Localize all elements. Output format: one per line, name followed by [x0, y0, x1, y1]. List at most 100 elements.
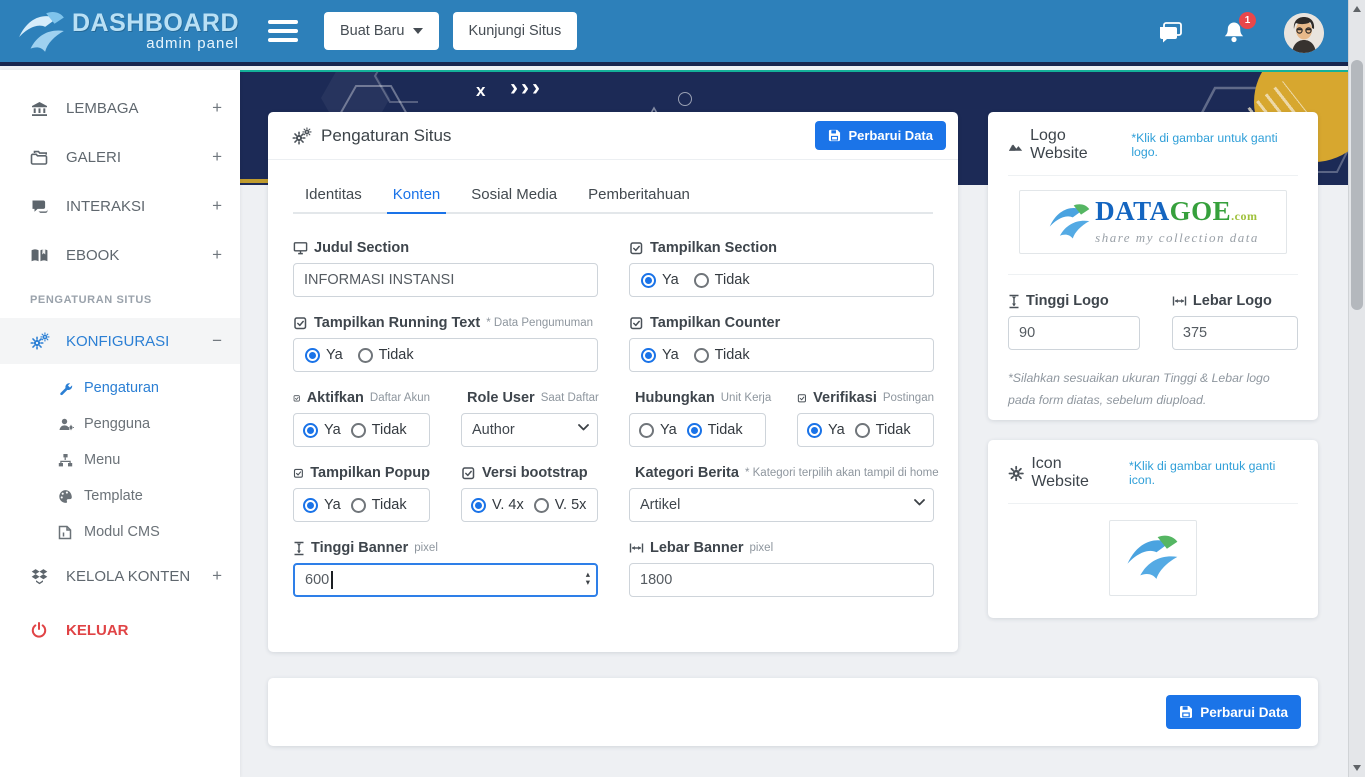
tab-pemberitahuan[interactable]: Pemberitahuan: [588, 186, 690, 212]
field-sublabel: Postingan: [883, 392, 934, 404]
site-logo-image[interactable]: DATAGOE.com share my collection data: [1019, 190, 1287, 254]
radio-tidak[interactable]: Tidak: [687, 422, 743, 438]
field-label: Hubungkan: [635, 390, 715, 406]
scroll-down-arrow[interactable]: [1349, 760, 1365, 776]
radio-tidak[interactable]: Tidak: [358, 347, 414, 363]
update-data-button-footer[interactable]: Perbarui Data: [1166, 695, 1301, 729]
field-label: Aktifkan: [307, 390, 364, 406]
radio-tidak[interactable]: Tidak: [694, 347, 750, 363]
field-sublabel: pixel: [749, 542, 773, 554]
hubungkan-radios: Ya Tidak: [629, 413, 766, 447]
radio-tidak[interactable]: Tidak: [351, 497, 407, 513]
tab-identitas[interactable]: Identitas: [305, 186, 362, 212]
arrows-decor: ›››: [510, 74, 543, 102]
radio-dot: [641, 348, 656, 363]
scrollbar-thumb[interactable]: [1351, 60, 1363, 310]
radio-tidak[interactable]: Tidak: [694, 272, 750, 288]
kategori-select-wrap: Artikel: [629, 488, 934, 522]
kunjungi-situs-button[interactable]: Kunjungi Situs: [453, 12, 578, 50]
width-arrows-icon: [629, 542, 644, 554]
radio-ya[interactable]: Ya: [641, 272, 679, 288]
logo-word-data: DATA: [1095, 196, 1170, 226]
judul-section-input[interactable]: [293, 263, 598, 297]
sidebar-item-lembaga[interactable]: LEMBAGA +: [0, 85, 240, 131]
expand-icon: +: [212, 245, 222, 265]
radio-v5x[interactable]: V. 5x: [534, 497, 587, 513]
chat-icon: [30, 198, 50, 215]
notification-badge: 1: [1239, 12, 1256, 29]
check-square-icon: [629, 316, 644, 331]
tinggi-banner-input[interactable]: [293, 563, 598, 597]
radio-ya[interactable]: Ya: [639, 422, 677, 438]
radio-ya[interactable]: Ya: [641, 347, 679, 363]
save-icon: [1179, 705, 1193, 719]
update-data-button[interactable]: Perbarui Data: [815, 121, 946, 150]
radio-ya[interactable]: Ya: [303, 497, 341, 513]
submenu-item-pengaturan[interactable]: Pengaturan: [0, 370, 240, 406]
brand-logo[interactable]: DASHBOARD admin panel: [0, 0, 240, 64]
lebar-banner-input[interactable]: [629, 563, 934, 597]
radio-dot: [303, 498, 318, 513]
radio-dot: [641, 273, 656, 288]
radio-ya[interactable]: Ya: [807, 422, 845, 438]
radio-ya[interactable]: Ya: [303, 422, 341, 438]
sitemap-icon: [58, 453, 75, 468]
sidebar-section-label: PENGATURAN SITUS: [0, 294, 240, 306]
submenu-item-pengguna[interactable]: Pengguna: [0, 406, 240, 442]
number-spinner[interactable]: ▴▾: [586, 568, 590, 588]
expand-icon: +: [212, 566, 222, 586]
tampilkan-section-radios: Ya Tidak: [629, 263, 934, 297]
text-cursor: [331, 571, 333, 589]
settings-tabs: Identitas Konten Sosial Media Pemberitah…: [293, 186, 933, 214]
submenu-item-template[interactable]: Template: [0, 478, 240, 514]
tab-sosial-media[interactable]: Sosial Media: [471, 186, 557, 212]
radio-v4x[interactable]: V. 4x: [471, 497, 524, 513]
radio-ya[interactable]: Ya: [305, 347, 343, 363]
field-kategori: Kategori Berita * Kategori terpilih akan…: [629, 463, 934, 522]
sidebar-item-kelola-konten[interactable]: KELOLA KONTEN +: [0, 553, 240, 599]
field-tampilkan-section: Tampilkan Section Ya Tidak: [629, 238, 934, 297]
field-popup: Tampilkan Popup Ya Tidak: [293, 463, 430, 522]
radio-tidak[interactable]: Tidak: [855, 422, 911, 438]
kategori-select[interactable]: Artikel: [629, 488, 934, 522]
radio-dot: [471, 498, 486, 513]
update-data-label: Perbarui Data: [848, 128, 933, 143]
height-arrows-icon: [293, 541, 305, 556]
radio-tidak[interactable]: Tidak: [351, 422, 407, 438]
menu-toggle-icon[interactable]: [268, 20, 298, 42]
submenu-item-modul-cms[interactable]: Modul CMS: [0, 514, 240, 550]
tinggi-logo-input[interactable]: [1008, 316, 1140, 350]
field-label: Lebar Banner: [650, 540, 743, 556]
sidebar-item-konfigurasi[interactable]: KONFIGURASI −: [0, 318, 240, 364]
update-data-label: Perbarui Data: [1200, 705, 1288, 720]
radio-dot: [351, 423, 366, 438]
bird-logo-icon: [1047, 201, 1093, 243]
scroll-up-arrow[interactable]: [1349, 1, 1365, 17]
sidebar-item-galeri[interactable]: GALERI +: [0, 134, 240, 180]
wrench-icon: [58, 381, 75, 396]
submenu-item-menu[interactable]: Menu: [0, 442, 240, 478]
radio-dot: [639, 423, 654, 438]
buat-baru-button[interactable]: Buat Baru: [324, 12, 439, 50]
tab-konten[interactable]: Konten: [393, 186, 441, 212]
divider: [1008, 503, 1298, 504]
page-scrollbar: [1348, 0, 1365, 777]
check-square-icon: [293, 316, 308, 331]
check-square-icon: [293, 466, 304, 481]
user-avatar[interactable]: [1284, 13, 1324, 53]
submenu-item-label: Pengguna: [84, 416, 150, 432]
bootstrap-radios: V. 4x V. 5x: [461, 488, 598, 522]
field-label: Tinggi Logo: [1026, 293, 1109, 309]
sidebar-item-ebook[interactable]: EBOOK +: [0, 232, 240, 278]
site-icon-image[interactable]: [1109, 520, 1197, 596]
folder-icon: [30, 149, 50, 166]
panel-hint: *Klik di gambar untuk ganti icon.: [1129, 459, 1298, 487]
role-user-select[interactable]: Author: [461, 413, 598, 447]
notifications-button[interactable]: 1: [1222, 20, 1246, 46]
radio-dot: [305, 348, 320, 363]
height-arrows-icon: [1008, 294, 1020, 309]
sidebar-item-interaksi[interactable]: INTERAKSI +: [0, 183, 240, 229]
lebar-logo-input[interactable]: [1172, 316, 1298, 350]
messages-button[interactable]: [1158, 21, 1184, 45]
sidebar-item-keluar[interactable]: KELUAR: [0, 607, 240, 653]
